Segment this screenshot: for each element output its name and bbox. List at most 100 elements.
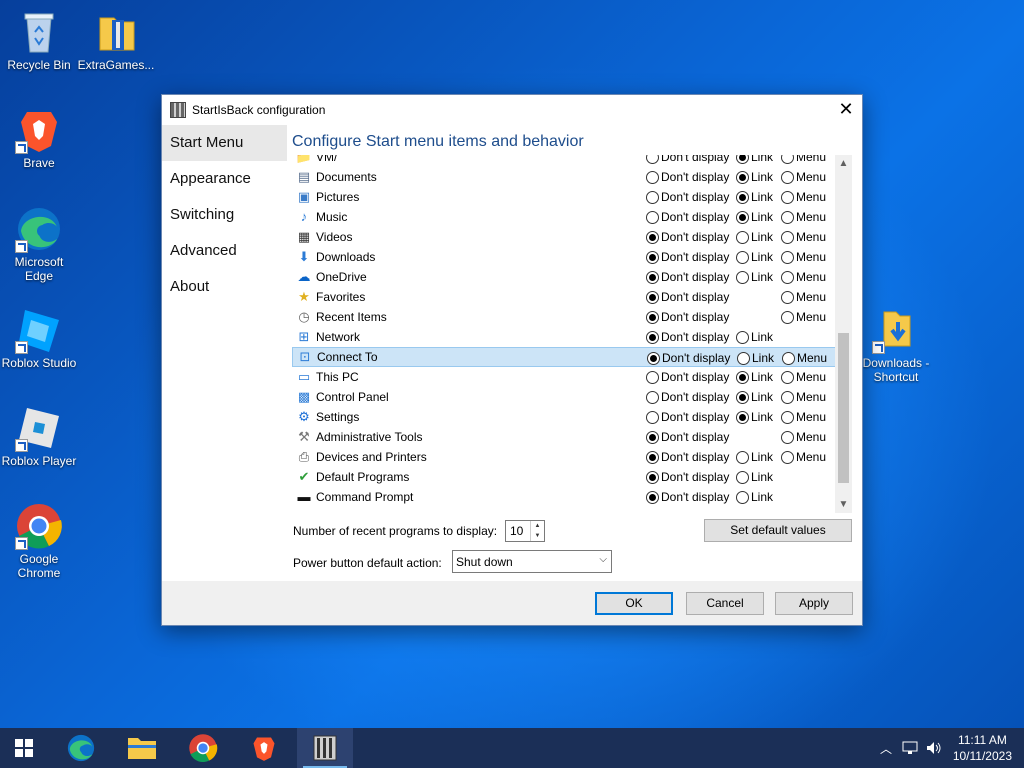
radio-dont[interactable] bbox=[646, 270, 659, 284]
radio-link[interactable] bbox=[736, 450, 749, 464]
radio-menu[interactable] bbox=[781, 450, 794, 464]
option-link[interactable]: Link bbox=[736, 190, 773, 204]
desktop-icon-downloads-shortcut[interactable]: Downloads - Shortcut bbox=[857, 306, 935, 384]
radio-dont[interactable] bbox=[646, 155, 659, 164]
list-item[interactable]: 📁 VM/Don't display Link Menu bbox=[292, 155, 836, 167]
radio-dont[interactable] bbox=[646, 490, 659, 504]
list-item[interactable]: ♪ Music Don't display Link Menu bbox=[292, 207, 836, 227]
radio-link[interactable] bbox=[736, 330, 749, 344]
option-dont[interactable]: Don't display bbox=[646, 430, 729, 444]
option-menu[interactable]: Menu bbox=[781, 210, 826, 224]
option-dont[interactable]: Don't display bbox=[646, 250, 729, 264]
radio-menu[interactable] bbox=[782, 351, 795, 365]
option-link[interactable]: Link bbox=[736, 490, 773, 504]
option-menu[interactable]: Menu bbox=[781, 430, 826, 444]
option-menu[interactable]: Menu bbox=[781, 250, 826, 264]
list-item[interactable]: ⊡ Connect To Don't display Link Menu bbox=[292, 347, 836, 367]
radio-link[interactable] bbox=[736, 210, 749, 224]
option-dont[interactable]: Don't display bbox=[646, 190, 729, 204]
option-dont[interactable]: Don't display bbox=[646, 230, 729, 244]
option-menu[interactable]: Menu bbox=[781, 410, 826, 424]
option-dont[interactable]: Don't display bbox=[646, 410, 729, 424]
option-link[interactable]: Link bbox=[736, 250, 773, 264]
option-link[interactable]: Link bbox=[736, 270, 773, 284]
radio-menu[interactable] bbox=[781, 310, 794, 324]
radio-link[interactable] bbox=[736, 470, 749, 484]
radio-dont[interactable] bbox=[646, 290, 659, 304]
radio-dont[interactable] bbox=[646, 430, 659, 444]
option-menu[interactable]: Menu bbox=[781, 170, 826, 184]
cancel-button[interactable]: Cancel bbox=[686, 592, 764, 615]
recent-programs-stepper[interactable]: 10 ▲ ▼ bbox=[505, 520, 545, 542]
option-dont[interactable]: Don't display bbox=[646, 390, 729, 404]
list-item[interactable]: ✔ Default Programs Don't display Link bbox=[292, 467, 836, 487]
start-menu-items-list[interactable]: 📁 VM/Don't display Link Menu ▤ Documents Don't… bbox=[292, 155, 836, 513]
radio-link[interactable] bbox=[736, 170, 749, 184]
list-item[interactable]: ▩ Control Panel Don't display Link Menu bbox=[292, 387, 836, 407]
radio-link[interactable] bbox=[736, 410, 749, 424]
radio-menu[interactable] bbox=[781, 170, 794, 184]
option-dont[interactable]: Don't display bbox=[647, 351, 730, 365]
nav-item-appearance[interactable]: Appearance bbox=[162, 161, 287, 197]
list-item[interactable]: ★ Favorites Don't display Menu bbox=[292, 287, 836, 307]
list-item[interactable]: ▭ This PC Don't display Link Menu bbox=[292, 367, 836, 387]
nav-item-start-menu[interactable]: Start Menu bbox=[162, 125, 287, 161]
nav-item-about[interactable]: About bbox=[162, 269, 287, 305]
radio-menu[interactable] bbox=[781, 155, 794, 164]
option-menu[interactable]: Menu bbox=[781, 310, 826, 324]
option-link[interactable]: Link bbox=[736, 470, 773, 484]
radio-dont[interactable] bbox=[646, 470, 659, 484]
option-menu[interactable]: Menu bbox=[781, 155, 826, 164]
option-link[interactable]: Link bbox=[736, 330, 773, 344]
radio-dont[interactable] bbox=[646, 230, 659, 244]
radio-link[interactable] bbox=[736, 370, 749, 384]
option-dont[interactable]: Don't display bbox=[646, 270, 729, 284]
recent-programs-value[interactable]: 10 bbox=[510, 524, 523, 538]
option-link[interactable]: Link bbox=[737, 351, 774, 365]
list-item[interactable]: ⚒ Administrative Tools Don't display Menu bbox=[292, 427, 836, 447]
list-item[interactable]: ▤ Documents Don't display Link Menu bbox=[292, 167, 836, 187]
desktop-icon-extragames[interactable]: ExtraGames... bbox=[77, 8, 155, 72]
stepper-up-icon[interactable]: ▲ bbox=[531, 521, 544, 531]
option-dont[interactable]: Don't display bbox=[646, 470, 729, 484]
list-item[interactable]: ⊞ Network Don't display Link bbox=[292, 327, 836, 347]
option-menu[interactable]: Menu bbox=[781, 290, 826, 304]
list-item[interactable]: ▬ Command Prompt Don't display Link bbox=[292, 487, 836, 507]
option-link[interactable]: Link bbox=[736, 390, 773, 404]
list-item[interactable]: ▦ Videos Don't display Link Menu bbox=[292, 227, 836, 247]
radio-link[interactable] bbox=[736, 390, 749, 404]
option-link[interactable]: Link bbox=[736, 210, 773, 224]
stepper-down-icon[interactable]: ▼ bbox=[531, 531, 544, 541]
nav-item-switching[interactable]: Switching bbox=[162, 197, 287, 233]
radio-link[interactable] bbox=[736, 190, 749, 204]
desktop-icon-microsoft-edge[interactable]: Microsoft Edge bbox=[0, 205, 78, 283]
radio-link[interactable] bbox=[736, 250, 749, 264]
radio-menu[interactable] bbox=[781, 230, 794, 244]
taskbar-file-explorer[interactable] bbox=[118, 728, 166, 768]
list-item[interactable]: ⎙ Devices and Printers Don't display Link Me… bbox=[292, 447, 836, 467]
radio-dont[interactable] bbox=[646, 450, 659, 464]
list-item[interactable]: ☁ OneDrive Don't display Link Menu bbox=[292, 267, 836, 287]
option-dont[interactable]: Don't display bbox=[646, 290, 729, 304]
list-item[interactable]: ◷ Recent Items Don't display Menu bbox=[292, 307, 836, 327]
option-menu[interactable]: Menu bbox=[781, 370, 826, 384]
desktop-icon-roblox-studio[interactable]: Roblox Studio bbox=[0, 306, 78, 370]
radio-link[interactable] bbox=[736, 490, 749, 504]
radio-dont[interactable] bbox=[646, 330, 659, 344]
option-link[interactable]: Link bbox=[736, 230, 773, 244]
taskbar-startisback-config[interactable] bbox=[297, 728, 353, 768]
option-link[interactable]: Link bbox=[736, 155, 773, 164]
option-dont[interactable]: Don't display bbox=[646, 210, 729, 224]
option-menu[interactable]: Menu bbox=[782, 351, 827, 365]
radio-link[interactable] bbox=[736, 230, 749, 244]
scroll-down-icon[interactable]: ▼ bbox=[835, 496, 852, 513]
radio-dont[interactable] bbox=[646, 410, 659, 424]
list-item[interactable]: ⚙ Settings Don't display Link Menu bbox=[292, 407, 836, 427]
radio-dont[interactable] bbox=[646, 210, 659, 224]
taskbar-edge[interactable] bbox=[57, 728, 105, 768]
desktop-icon-recycle-bin[interactable]: Recycle Bin bbox=[0, 8, 78, 72]
option-dont[interactable]: Don't display bbox=[646, 330, 729, 344]
radio-menu[interactable] bbox=[781, 190, 794, 204]
power-button-select[interactable]: Shut down ⌵ bbox=[452, 550, 612, 573]
option-dont[interactable]: Don't display bbox=[646, 310, 729, 324]
